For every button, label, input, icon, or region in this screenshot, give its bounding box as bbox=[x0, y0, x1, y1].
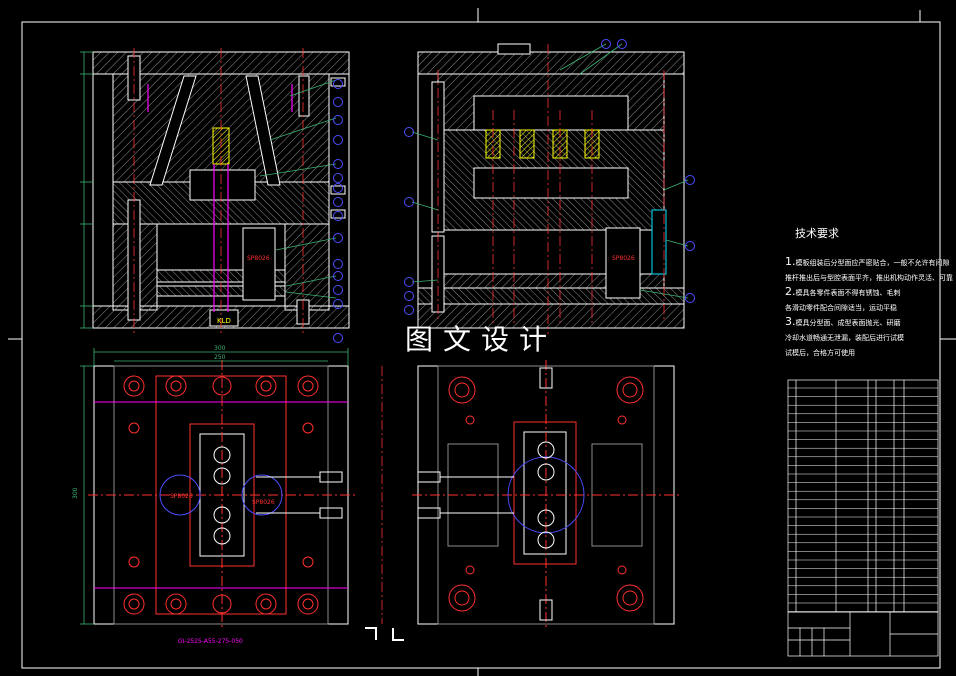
parts-list-rows bbox=[788, 387, 938, 612]
bottom-caption: GI-2525-A55-275-050 bbox=[178, 638, 243, 645]
tech-req-line: 3.模具分型面、成型表面抛光、研磨 bbox=[785, 315, 901, 328]
technical-requirements: 技术要求 1.模板组装后分型面应严密贴合，一般不允许有间隙 推杆推出后与型腔表面… bbox=[785, 225, 953, 360]
tech-req-line: 冷却水道畅通无泄漏，装配后进行试模 bbox=[785, 334, 904, 342]
tech-req-line: 推杆推出后与型腔表面平齐，推出机构动作灵活、可靠 bbox=[785, 274, 953, 282]
dim-width-inner: 250 bbox=[214, 354, 226, 361]
side-section-view bbox=[417, 43, 685, 329]
tech-req-line: 2.模具各零件表面不得有锈蚀、毛刺 bbox=[785, 285, 901, 298]
tech-req-line: 试模后，合格方可使用 bbox=[785, 349, 855, 357]
tech-req-title: 技术要求 bbox=[795, 227, 839, 240]
tech-req-line: 各滑动零件配合间隙适当，运动平稳 bbox=[785, 304, 897, 312]
side-spring-label: SP8026 bbox=[612, 255, 635, 262]
tech-req-line: 1.模板组装后分型面应严密贴合，一般不允许有间隙 bbox=[785, 255, 950, 268]
front-spring-label: SP8026 bbox=[247, 255, 270, 262]
front-block-label: KLD bbox=[217, 317, 231, 325]
dim-height-plan: 300 bbox=[72, 487, 79, 499]
dim-width-outer: 300 bbox=[214, 345, 226, 352]
plan-view-left bbox=[88, 360, 356, 630]
plan-circle-left-label: SP8026 bbox=[170, 493, 193, 500]
title-block bbox=[787, 611, 939, 657]
section-markers bbox=[365, 627, 404, 641]
watermark: 图文设计 bbox=[405, 323, 558, 356]
plan-circle-right-label: SP8026 bbox=[252, 499, 275, 506]
